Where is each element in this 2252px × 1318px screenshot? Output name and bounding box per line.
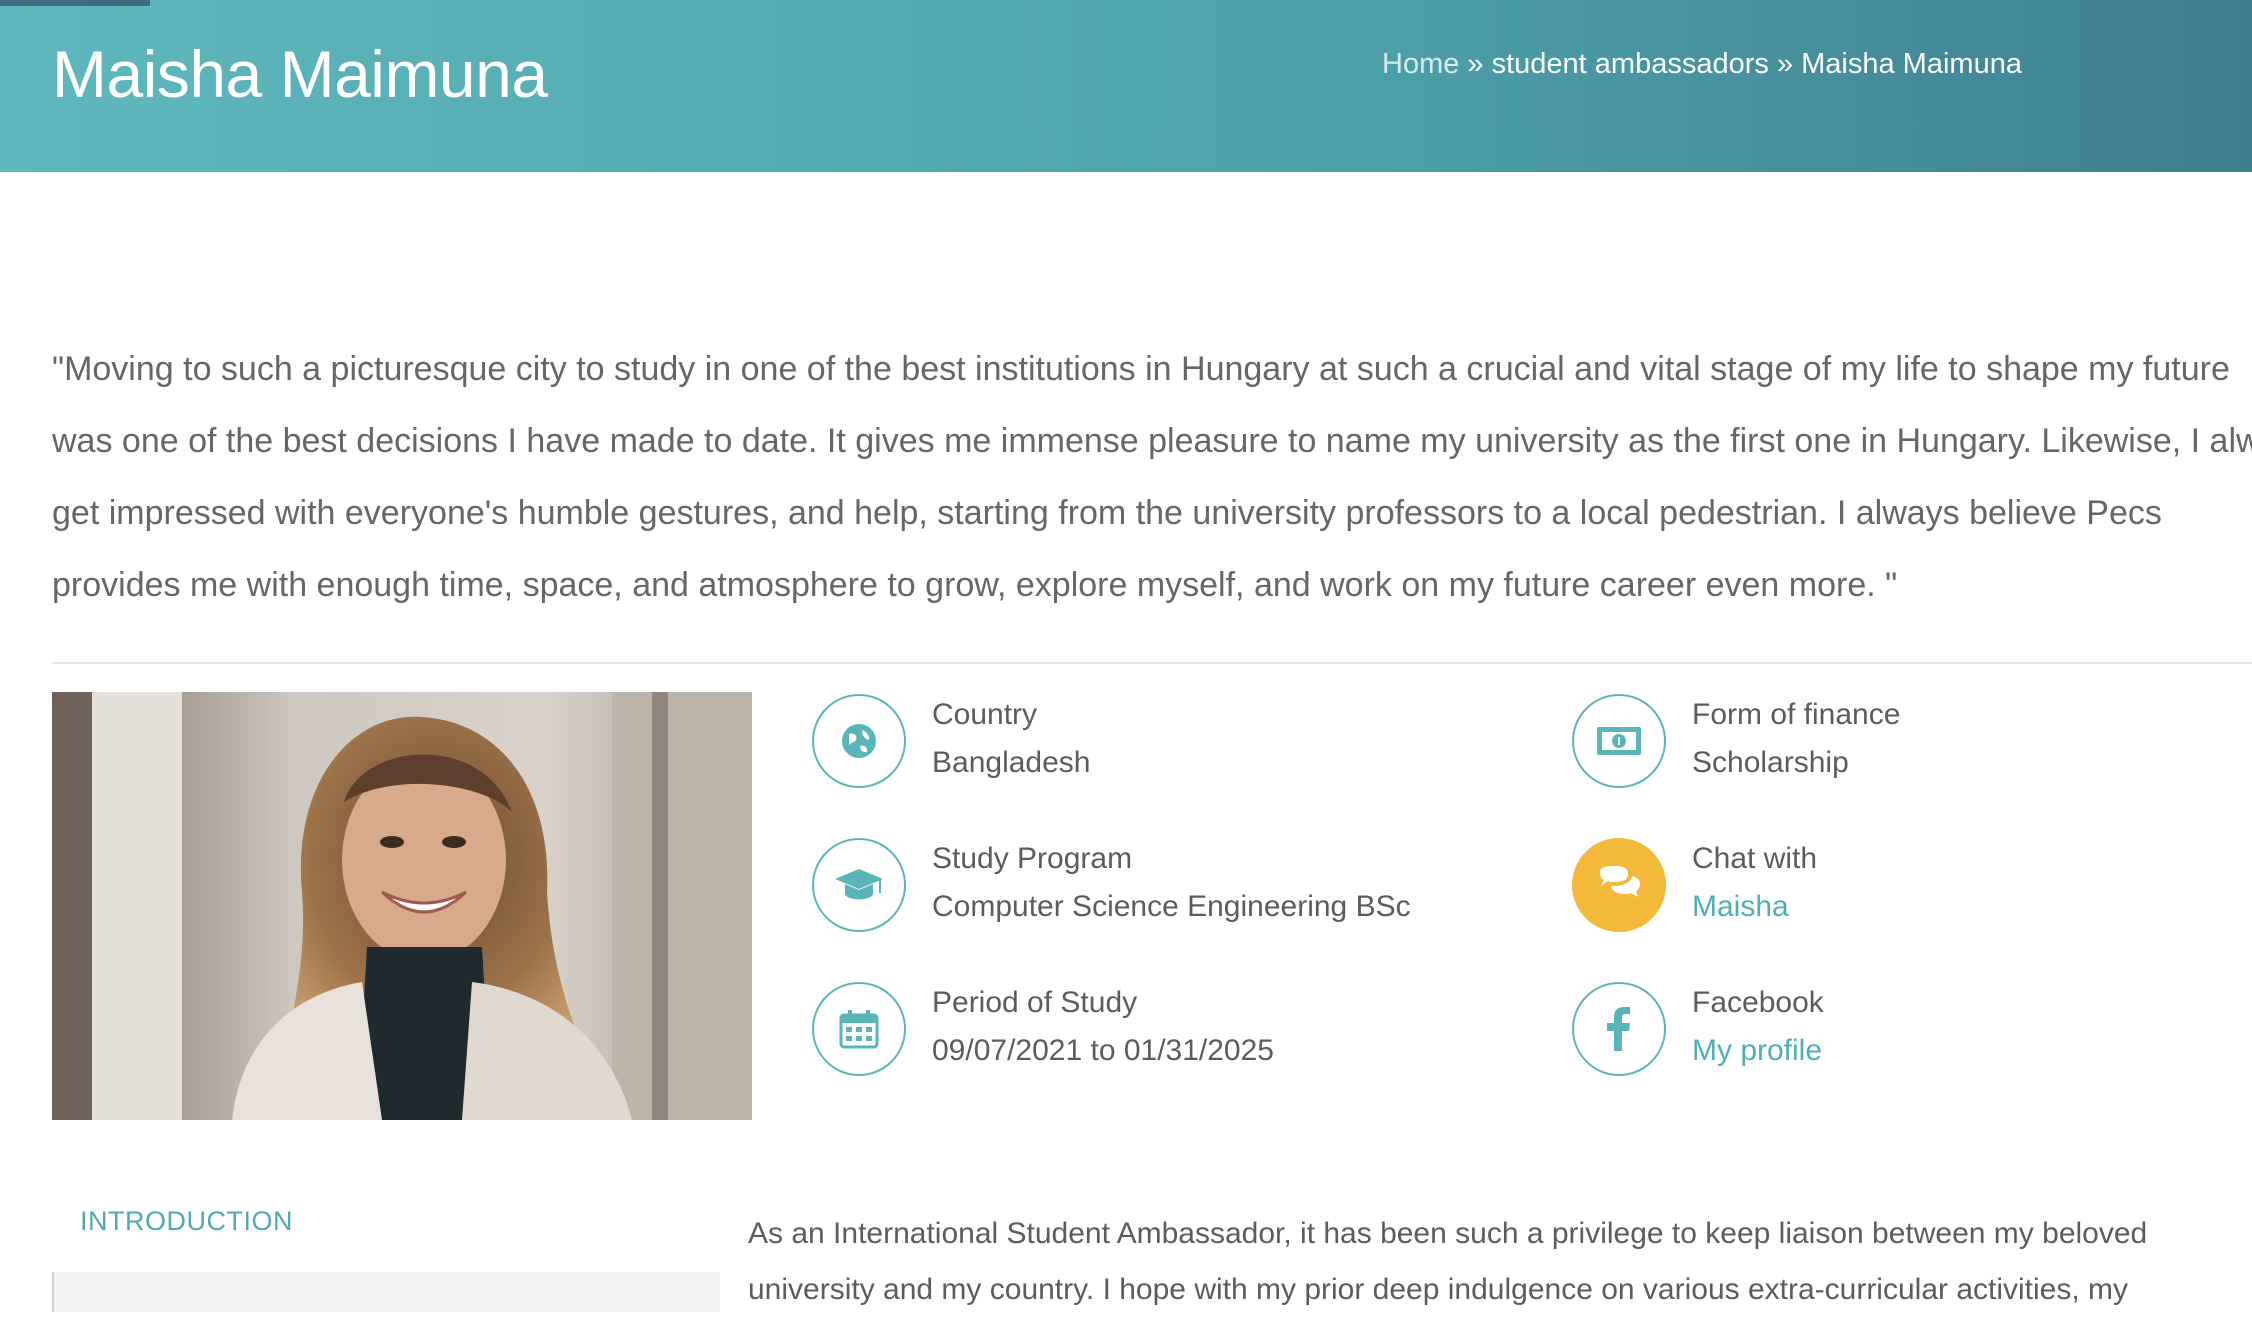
- facebook-label: Facebook: [1692, 986, 1824, 1019]
- facebook-icon[interactable]: [1572, 982, 1666, 1076]
- breadcrumb-home-link[interactable]: Home: [1382, 48, 1459, 80]
- sidebar-box: [52, 1272, 720, 1312]
- calendar-icon: [812, 982, 906, 1076]
- header-accent: [0, 0, 150, 6]
- section-divider: [52, 662, 2252, 664]
- breadcrumb: Home » student ambassadors » Maisha Maim…: [1382, 48, 2022, 81]
- quote-line: provides me with enough time, space, and…: [52, 566, 1898, 604]
- introduction-text: As an International Student Ambassador, …: [748, 1206, 2238, 1318]
- breadcrumb-current: Maisha Maimuna: [1801, 48, 2022, 80]
- graduation-cap-icon: [812, 838, 906, 932]
- period-of-study-label: Period of Study: [932, 986, 1138, 1019]
- breadcrumb-student-ambassadors-link[interactable]: student ambassadors: [1492, 48, 1769, 80]
- quote-line: get impressed with everyone's humble ges…: [52, 494, 2162, 532]
- page-title: Maisha Maimuna: [52, 37, 548, 111]
- testimonial-quote: "Moving to such a picturesque city to st…: [52, 333, 2252, 621]
- profile-photo: [52, 692, 752, 1120]
- form-of-finance-value: Scholarship: [1692, 746, 1849, 779]
- globe-icon: [812, 694, 906, 788]
- chat-bubbles-icon[interactable]: [1572, 838, 1666, 932]
- page-header: Maisha Maimuna Home » student ambassador…: [0, 0, 2252, 172]
- chat-with-maisha-link[interactable]: Maisha: [1692, 890, 1789, 924]
- study-program-label: Study Program: [932, 842, 1133, 875]
- quote-line: was one of the best decisions I have mad…: [52, 422, 2252, 460]
- country-label: Country: [932, 698, 1038, 731]
- banknote-icon: [1572, 694, 1666, 788]
- facebook-profile-link[interactable]: My profile: [1692, 1034, 1822, 1068]
- breadcrumb-separator: »: [1459, 48, 1492, 80]
- intro-line: university and my country. I hope with m…: [748, 1273, 2129, 1306]
- intro-line: As an International Student Ambassador, …: [748, 1217, 2148, 1250]
- period-of-study-value: 09/07/2021 to 01/31/2025: [932, 1034, 1274, 1067]
- study-program-value: Computer Science Engineering BSc: [932, 890, 1411, 923]
- quote-line: "Moving to such a picturesque city to st…: [52, 350, 2230, 388]
- breadcrumb-separator: »: [1768, 48, 1802, 80]
- chat-label: Chat with: [1692, 842, 1818, 875]
- country-value: Bangladesh: [932, 746, 1091, 779]
- tab-introduction[interactable]: INTRODUCTION: [80, 1206, 293, 1237]
- form-of-finance-label: Form of finance: [1692, 698, 1901, 731]
